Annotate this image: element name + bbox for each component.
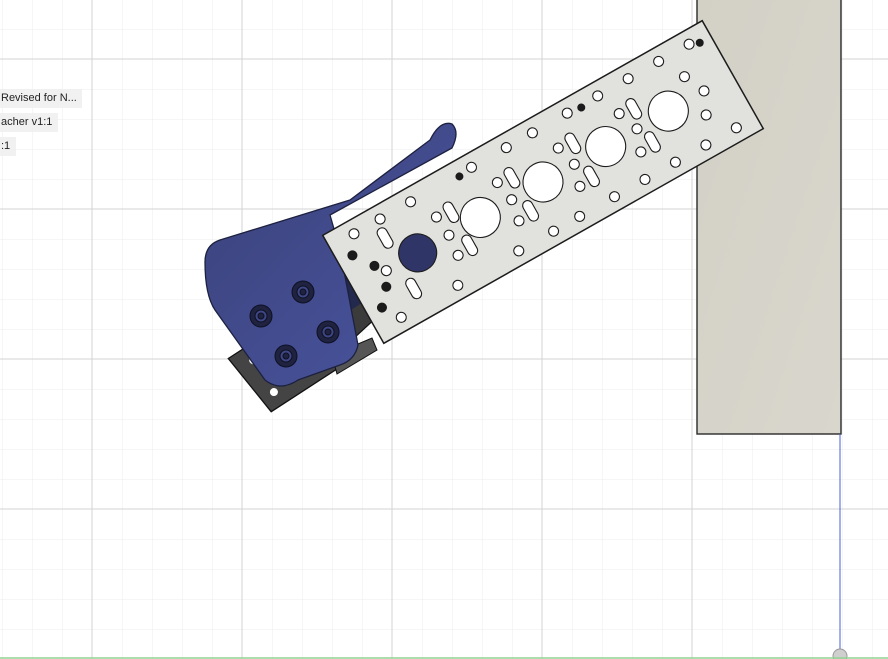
browser-item-version[interactable]: :1 — [0, 137, 17, 156]
browser-item-revised[interactable]: Revised for N... — [0, 89, 82, 108]
cad-viewport[interactable] — [0, 0, 888, 659]
browser-item-attacher[interactable]: acher v1:1 — [0, 113, 59, 132]
